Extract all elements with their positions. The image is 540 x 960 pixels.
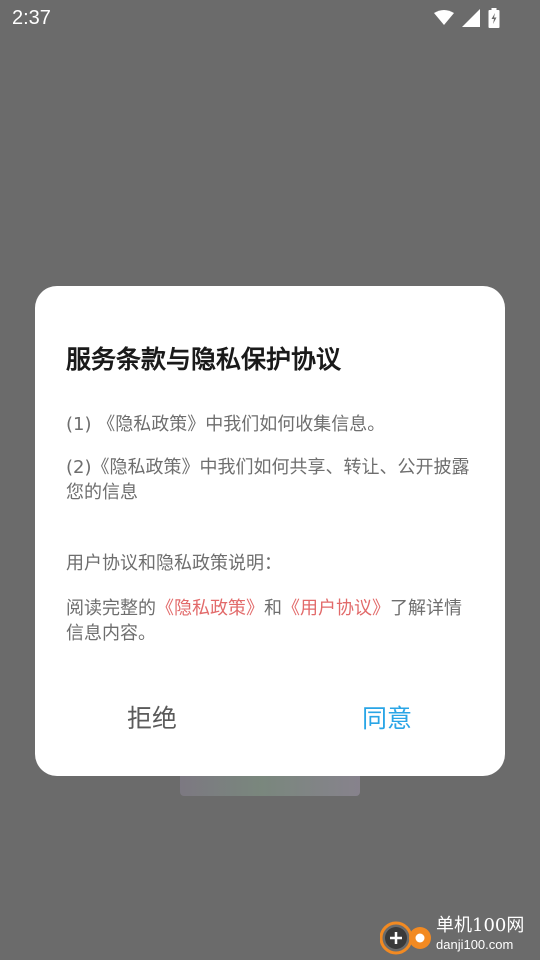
privacy-dialog: 服务条款与隐私保护协议 (1) 《隐私政策》中我们如何收集信息。 (2)《隐私政… bbox=[35, 286, 505, 776]
agree-button[interactable]: 同意 bbox=[352, 701, 422, 737]
app-screen: 2:37 服务条款与隐私保护协议 (1) 《隐私政策》中我们如何收集信息。 (2… bbox=[0, 0, 540, 960]
read-notice: 阅读完整的《隐私政策》和《用户协议》了解详情信息内容。 bbox=[66, 596, 478, 646]
dialog-actions: 拒绝 同意 bbox=[35, 701, 505, 741]
battery-charging-icon bbox=[488, 8, 500, 28]
signal-icon bbox=[462, 9, 480, 27]
reject-button[interactable]: 拒绝 bbox=[117, 701, 187, 737]
watermark-url: danji100.com bbox=[436, 937, 514, 952]
privacy-policy-link[interactable]: 《隐私政策》 bbox=[156, 598, 264, 619]
watermark-title: 单机100网 bbox=[436, 915, 525, 936]
policy-item-1: (1) 《隐私政策》中我们如何收集信息。 bbox=[66, 414, 386, 435]
user-agreement-link[interactable]: 《用户协议》 bbox=[282, 598, 390, 619]
and-text: 和 bbox=[264, 598, 282, 619]
status-time: 2:37 bbox=[12, 7, 51, 29]
status-bar: 2:37 bbox=[0, 0, 540, 36]
watermark-logo bbox=[380, 921, 431, 955]
wifi-icon bbox=[434, 10, 454, 25]
status-icons bbox=[434, 8, 500, 28]
dialog-title: 服务条款与隐私保护协议 bbox=[66, 345, 342, 374]
watermark: 单机100网 danji100.com bbox=[380, 912, 530, 956]
section-label: 用户协议和隐私政策说明： bbox=[66, 553, 282, 574]
dialog-body: (1) 《隐私政策》中我们如何收集信息。 (2)《隐私政策》中我们如何共享、转让… bbox=[66, 412, 478, 646]
read-prefix: 阅读完整的 bbox=[66, 598, 156, 619]
policy-item-2: (2)《隐私政策》中我们如何共享、转让、公开披露您的信息 bbox=[66, 457, 470, 503]
